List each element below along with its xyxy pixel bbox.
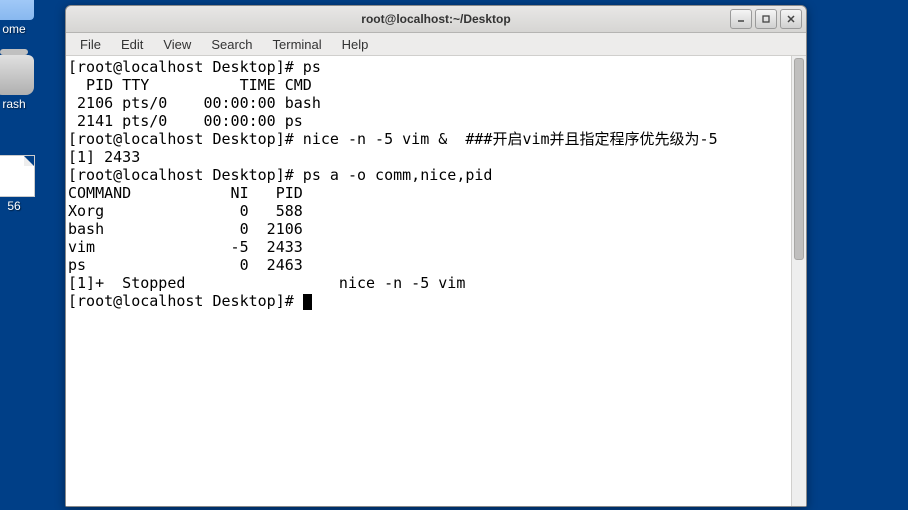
home-folder-icon — [0, 0, 34, 20]
menu-edit[interactable]: Edit — [113, 35, 151, 54]
terminal-line: 2141 pts/0 00:00:00 ps — [68, 112, 789, 130]
scroll-thumb[interactable] — [794, 58, 804, 260]
terminal-line: 2106 pts/0 00:00:00 bash — [68, 94, 789, 112]
desktop-icon-home[interactable]: ome — [0, 0, 38, 36]
menu-search[interactable]: Search — [203, 35, 260, 54]
terminal-line: Xorg 0 588 — [68, 202, 789, 220]
minimize-button[interactable] — [730, 9, 752, 29]
menubar: File Edit View Search Terminal Help — [66, 33, 806, 56]
titlebar[interactable]: root@localhost:~/Desktop — [66, 6, 806, 33]
file-icon — [0, 155, 35, 197]
cursor — [303, 294, 312, 310]
window-title: root@localhost:~/Desktop — [66, 12, 806, 26]
desktop-icon-label: 56 — [0, 199, 38, 213]
desktop: ome rash 56 root@localhost:~/Desktop — [0, 0, 908, 510]
terminal-line: COMMAND NI PID — [68, 184, 789, 202]
terminal-line: [root@localhost Desktop]# nice -n -5 vim… — [68, 130, 789, 148]
terminal-line: bash 0 2106 — [68, 220, 789, 238]
terminal-line: ps 0 2463 — [68, 256, 789, 274]
desktop-icon-label: rash — [0, 97, 38, 111]
desktop-icon-trash[interactable]: rash — [0, 55, 38, 111]
trash-icon — [0, 55, 34, 95]
maximize-icon — [761, 14, 771, 24]
maximize-button[interactable] — [755, 9, 777, 29]
terminal-line: vim -5 2433 — [68, 238, 789, 256]
window-controls — [730, 9, 802, 29]
terminal-line: [root@localhost Desktop]# ps — [68, 58, 789, 76]
close-button[interactable] — [780, 9, 802, 29]
desktop-icon-file[interactable]: 56 — [0, 155, 38, 213]
close-icon — [786, 14, 796, 24]
menu-terminal[interactable]: Terminal — [265, 35, 330, 54]
terminal-line: PID TTY TIME CMD — [68, 76, 789, 94]
menu-file[interactable]: File — [72, 35, 109, 54]
terminal-line: [1]+ Stopped nice -n -5 vim — [68, 274, 789, 292]
terminal-window: root@localhost:~/Desktop File Edit View … — [65, 5, 807, 507]
menu-view[interactable]: View — [155, 35, 199, 54]
terminal-output[interactable]: [root@localhost Desktop]# ps PID TTY TIM… — [66, 56, 791, 506]
terminal-area: [root@localhost Desktop]# ps PID TTY TIM… — [66, 56, 806, 506]
scrollbar[interactable] — [791, 56, 806, 506]
terminal-line: [1] 2433 — [68, 148, 789, 166]
desktop-icon-label: ome — [0, 22, 38, 36]
terminal-line: [root@localhost Desktop]# — [68, 292, 789, 310]
menu-help[interactable]: Help — [334, 35, 377, 54]
minimize-icon — [736, 14, 746, 24]
terminal-line: [root@localhost Desktop]# ps a -o comm,n… — [68, 166, 789, 184]
